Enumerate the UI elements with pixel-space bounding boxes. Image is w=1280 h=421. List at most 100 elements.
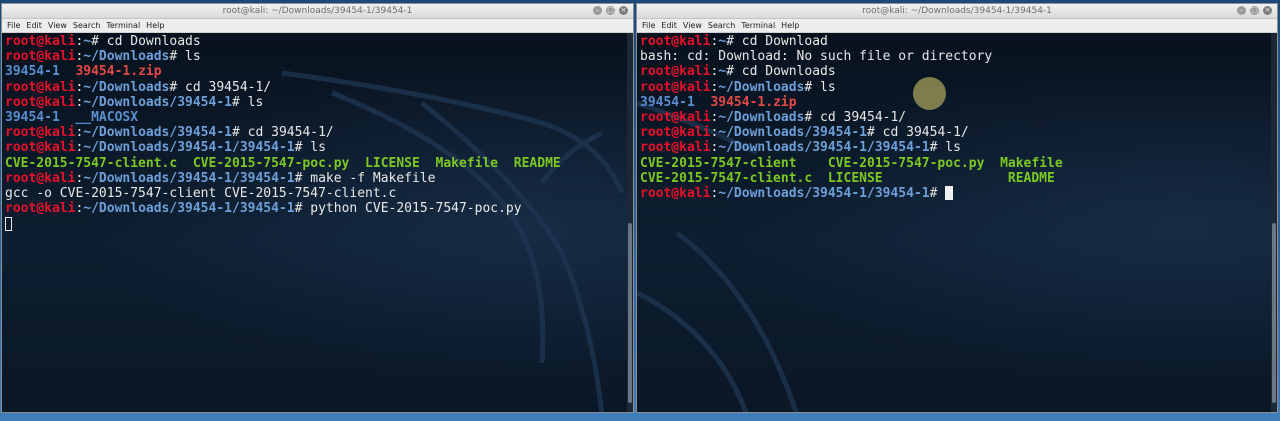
terminal-text: CVE-2015-7547-poc.py (827, 155, 985, 171)
terminal-text: 39454-1 (640, 94, 695, 110)
terminal-text: root@kali (640, 185, 711, 201)
terminal-text: root@kali (5, 170, 76, 186)
terminal-text: CVE-2015-7547-client (640, 155, 797, 171)
terminal-line: root@kali:~# cd Downloads (640, 64, 1277, 79)
terminal-text: 39454-1.zip (75, 64, 162, 80)
terminal-text: # (929, 185, 946, 201)
menu-view[interactable]: View (683, 19, 702, 32)
maximize-icon[interactable]: □ (606, 6, 615, 15)
minimize-icon[interactable]: – (593, 6, 602, 15)
terminal-text: ~ (718, 64, 727, 80)
menu-search[interactable]: Search (708, 19, 735, 32)
terminal-line: root@kali:~/Downloads/39454-1/39454-1# l… (640, 140, 1277, 155)
terminal-window-right[interactable]: root@kali: ~/Downloads/39454-1/39454-1 –… (636, 3, 1278, 413)
terminal-text: __MACOSX (75, 109, 139, 125)
maximize-icon[interactable]: □ (1250, 6, 1259, 15)
terminal-text: ~/Downloads/39454-1/39454-1 (83, 170, 295, 186)
terminal-line: 39454-1 __MACOSX (5, 110, 633, 125)
terminal-line: root@kali:~# cd Download (640, 34, 1277, 49)
terminal-line: 39454-1 39454-1.zip (5, 64, 633, 79)
close-icon[interactable]: × (1263, 6, 1272, 15)
menu-terminal[interactable]: Terminal (741, 19, 775, 32)
terminal-output: root@kali:~# cd Downloads root@kali:~/Dow… (2, 33, 633, 231)
terminal-text: # cd Download (726, 34, 828, 49)
scrollbar-thumb[interactable] (628, 223, 632, 403)
menu-search[interactable]: Search (73, 19, 100, 32)
terminal-text: root@kali (640, 125, 711, 141)
text-cursor (5, 216, 12, 231)
terminal-text: ~/Downloads (83, 49, 170, 65)
terminal-text: ~/Downloads/39454-1/39454-1 (83, 140, 295, 156)
terminal-text: ~/Downloads/39454-1 (718, 125, 867, 141)
terminal-line: CVE-2015-7547-client CVE-2015-7547-poc.p… (640, 156, 1277, 171)
terminal-text: ~/Downloads/39454-1/39454-1 (718, 185, 930, 201)
terminal-text: # cd 39454-1/ (169, 79, 272, 95)
terminal-line: root@kali:~/Downloads/39454-1# cd 39454-… (640, 125, 1277, 140)
text-cursor (945, 186, 954, 201)
terminal-text: README (513, 155, 561, 171)
terminal-text: root@kali (5, 79, 76, 95)
terminal-line: root@kali:~# cd Downloads (5, 34, 633, 49)
menu-edit[interactable]: Edit (26, 19, 42, 32)
terminal-text: ~ (718, 34, 727, 49)
terminal-text: # cd 39454-1/ (804, 109, 907, 125)
window-controls: – □ × (1237, 6, 1272, 15)
menu-edit[interactable]: Edit (661, 19, 677, 32)
terminal-line: 39454-1 39454-1.zip (640, 95, 1277, 110)
terminal-text: root@kali (640, 34, 711, 49)
terminal-text: LICENSE (827, 170, 883, 186)
terminal-text: root@kali (5, 125, 76, 141)
terminal-line: root@kali:~/Downloads# ls (5, 49, 633, 64)
terminal-text: CVE-2015-7547-client.c (5, 155, 178, 171)
terminal-text: ~/Downloads/39454-1/39454-1 (718, 140, 930, 156)
terminal-text: # python CVE-2015-7547-poc.py (294, 201, 522, 217)
terminal-text: ~/Downloads (718, 79, 805, 95)
close-icon[interactable]: × (619, 6, 628, 15)
menu-help[interactable]: Help (146, 19, 164, 32)
title-bar[interactable]: root@kali: ~/Downloads/39454-1/39454-1 –… (2, 4, 633, 19)
terminal-text: 39454-1 (5, 64, 60, 80)
terminal-text: # cd 39454-1/ (867, 125, 969, 141)
menu-help[interactable]: Help (781, 19, 799, 32)
terminal-line: root@kali:~/Downloads/39454-1/39454-1# p… (5, 201, 633, 216)
terminal-text: # cd Downloads (91, 34, 201, 49)
window-controls: – □ × (593, 6, 628, 15)
title-bar[interactable]: root@kali: ~/Downloads/39454-1/39454-1 –… (637, 4, 1277, 19)
terminal-text: # cd Downloads (726, 64, 836, 80)
terminal-text: root@kali (640, 64, 711, 80)
terminal-line (5, 216, 633, 231)
terminal-text: bash: cd: Download: No such file or dire… (640, 49, 993, 65)
terminal-area[interactable]: root@kali:~# cd Download bash: cd: Downlo… (637, 33, 1277, 412)
terminal-line: gcc -o CVE-2015-7547-client CVE-2015-754… (5, 186, 633, 201)
menu-bar: File Edit View Search Terminal Help (2, 19, 633, 33)
terminal-text: root@kali (640, 140, 711, 156)
terminal-text: ~/Downloads/39454-1/39454-1 (83, 201, 295, 217)
terminal-text: root@kali (5, 94, 76, 110)
terminal-line: root@kali:~/Downloads# cd 39454-1/ (5, 80, 633, 95)
menu-view[interactable]: View (48, 19, 67, 32)
terminal-line: root@kali:~/Downloads# cd 39454-1/ (640, 110, 1277, 125)
menu-file[interactable]: File (642, 19, 655, 32)
terminal-text: gcc -o CVE-2015-7547-client CVE-2015-754… (5, 185, 397, 201)
terminal-text: # ls (294, 140, 326, 156)
terminal-line: root@kali:~/Downloads/39454-1# cd 39454-… (5, 125, 633, 140)
terminal-text: root@kali (5, 49, 76, 65)
terminal-text: # ls (929, 140, 961, 156)
scrollbar-thumb[interactable] (1272, 223, 1276, 403)
menu-terminal[interactable]: Terminal (106, 19, 140, 32)
menu-file[interactable]: File (7, 19, 20, 32)
terminal-text: root@kali (5, 140, 76, 156)
minimize-icon[interactable]: – (1237, 6, 1246, 15)
terminal-text: root@kali (640, 79, 711, 95)
terminal-area[interactable]: root@kali:~# cd Downloads root@kali:~/Dow… (2, 33, 633, 412)
terminal-line: CVE-2015-7547-client.c LICENSE README (640, 171, 1277, 186)
terminal-window-left[interactable]: root@kali: ~/Downloads/39454-1/39454-1 –… (1, 3, 634, 413)
menu-bar: File Edit View Search Terminal Help (637, 19, 1277, 33)
